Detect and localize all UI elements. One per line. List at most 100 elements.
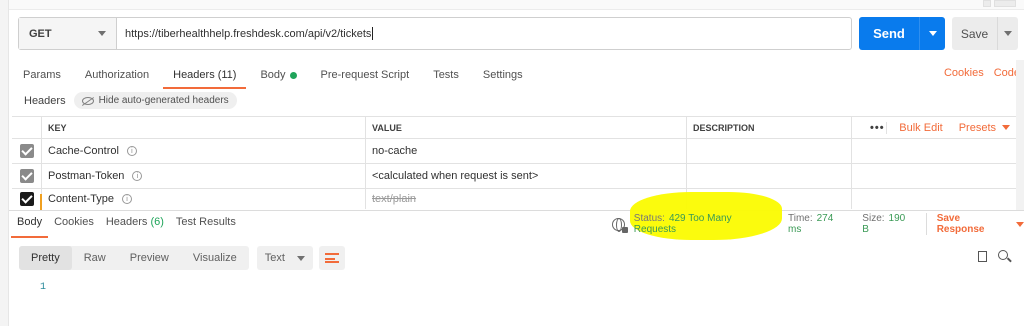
save-options-button[interactable] (998, 17, 1018, 50)
value-text: <calculated when request is sent> (372, 170, 539, 182)
key-cell[interactable]: Content-Type i (42, 189, 366, 209)
save-label: Save (952, 17, 998, 50)
row-checkbox[interactable] (19, 192, 34, 206)
tab-label: Settings (482, 69, 523, 81)
hide-auto-headers-label: Hide auto-generated headers (98, 95, 229, 106)
tab-pre-request-script[interactable]: Pre-request Script (321, 64, 410, 86)
headers-toolbar: Headers Hide auto-generated headers (24, 92, 237, 109)
table-row: Cache-Control i no-cache (12, 139, 1024, 164)
tab-params[interactable]: Params (23, 64, 61, 86)
request-bar: GET https://tiberhealthhelp.freshdesk.co… (18, 17, 852, 50)
tab-label: Authorization (84, 69, 150, 81)
format-select[interactable]: Text (256, 246, 313, 270)
copy-icon[interactable] (975, 251, 987, 266)
save-response-button[interactable]: Save Response (925, 213, 1024, 235)
top-strip (9, 0, 1024, 10)
key-cell[interactable]: Cache-Control i (42, 139, 366, 163)
mode-visualize[interactable]: Visualize (181, 246, 249, 270)
row-checkbox[interactable] (19, 144, 34, 158)
chevron-down-icon (296, 255, 305, 261)
key-text: Postman-Token (48, 170, 125, 182)
mode-pretty[interactable]: Pretty (19, 246, 72, 270)
tab-label: Body (260, 69, 286, 81)
row-checkbox[interactable] (19, 169, 34, 183)
description-cell[interactable] (687, 164, 852, 188)
status-label: Status: (633, 213, 665, 224)
top-mini-button-right[interactable] (994, 0, 1016, 7)
wrap-icon (324, 253, 339, 263)
row-checkbox-cell (12, 164, 42, 188)
tab-count: (11) (217, 69, 237, 81)
tab-headers[interactable]: Headers (11) (163, 64, 247, 89)
tab-label: Params (23, 69, 61, 81)
search-icon[interactable] (998, 250, 1008, 260)
row-checkbox-cell (12, 189, 42, 209)
response-tab-headers[interactable]: Headers (6) (106, 216, 164, 232)
table-tools: ••• Bulk Edit Presets (852, 117, 1024, 138)
method-select[interactable]: GET (19, 18, 117, 49)
send-options-button[interactable] (920, 17, 945, 50)
value-cell[interactable]: <calculated when request is sent> (366, 164, 687, 188)
row-focus-indicator (40, 194, 42, 210)
tab-label: Headers (173, 69, 215, 81)
time-info[interactable]: Time: 274 ms (788, 213, 848, 235)
status-dot-icon (289, 71, 297, 79)
header-checkbox-cell (12, 117, 42, 138)
save-button[interactable]: Save (952, 17, 1018, 50)
chevron-down-icon (1016, 221, 1024, 227)
url-input[interactable]: https://tiberhealthhelp.freshdesk.com/ap… (117, 18, 851, 49)
line-number: 1 (40, 282, 47, 293)
table-row: Postman-Token i <calculated when request … (12, 164, 1024, 189)
column-description: DESCRIPTION (687, 117, 852, 138)
value-text: no-cache (372, 145, 418, 157)
mode-raw[interactable]: Raw (72, 246, 118, 270)
chevron-down-icon (98, 31, 106, 36)
description-cell[interactable] (687, 139, 852, 163)
response-tab-body[interactable]: Body (10, 216, 49, 238)
tab-body[interactable]: Body (260, 64, 297, 86)
tab-label: Tests (433, 69, 459, 81)
headers-table: KEY VALUE DESCRIPTION ••• Bulk Edit Pres… (12, 116, 1024, 209)
more-options-icon[interactable]: ••• (858, 122, 885, 134)
table-header: KEY VALUE DESCRIPTION ••• Bulk Edit Pres… (12, 116, 1024, 139)
globe-lock-icon[interactable] (612, 217, 628, 233)
response-tab-cookies[interactable]: Cookies (54, 216, 94, 232)
headers-title: Headers (24, 94, 66, 107)
top-mini-button-left[interactable] (983, 0, 991, 7)
text-cursor (372, 27, 374, 40)
response-status-bar: Status: 429 Too Many Requests Time: 274 ms… (612, 213, 1024, 235)
size-label: Size: (862, 213, 885, 224)
hide-auto-headers-button[interactable]: Hide auto-generated headers (73, 92, 237, 109)
size-info[interactable]: Size: 190 B (862, 213, 913, 235)
send-button[interactable]: Send (859, 17, 945, 50)
response-tabs: Body Cookies Headers (6) Test Results (10, 216, 248, 238)
mode-preview[interactable]: Preview (118, 246, 181, 270)
value-cell[interactable]: no-cache (366, 139, 687, 163)
save-response-label: Save Response (936, 213, 985, 235)
tab-settings[interactable]: Settings (483, 64, 523, 86)
info-icon: i (126, 146, 137, 156)
url-text: https://tiberhealthhelp.freshdesk.com/ap… (125, 27, 372, 40)
status-info[interactable]: Status: 429 Too Many Requests (634, 213, 774, 235)
bulk-edit-link[interactable]: Bulk Edit (886, 121, 943, 134)
chevron-down-icon (1004, 31, 1012, 36)
column-key: KEY (42, 117, 366, 138)
key-cell[interactable]: Postman-Token i (42, 164, 366, 188)
lock-icon (621, 226, 628, 233)
vertical-scrollbar[interactable] (1016, 60, 1024, 210)
cookies-link[interactable]: Cookies (944, 67, 984, 79)
row-checkbox-cell (12, 139, 42, 163)
key-text: Content-Type (48, 193, 115, 205)
eye-off-icon (81, 96, 94, 105)
wrap-lines-button[interactable] (318, 246, 345, 270)
row-tools-cell (852, 189, 1024, 209)
presets-link[interactable]: Presets (959, 122, 996, 134)
response-tab-test-results[interactable]: Test Results (176, 216, 236, 232)
tab-label: Pre-request Script (320, 69, 410, 81)
key-text: Cache-Control (48, 145, 119, 157)
pane-divider[interactable] (9, 210, 1024, 211)
tab-authorization[interactable]: Authorization (85, 64, 149, 86)
left-gutter (0, 0, 9, 326)
chevron-down-icon (1002, 125, 1010, 130)
tab-tests[interactable]: Tests (433, 64, 459, 86)
